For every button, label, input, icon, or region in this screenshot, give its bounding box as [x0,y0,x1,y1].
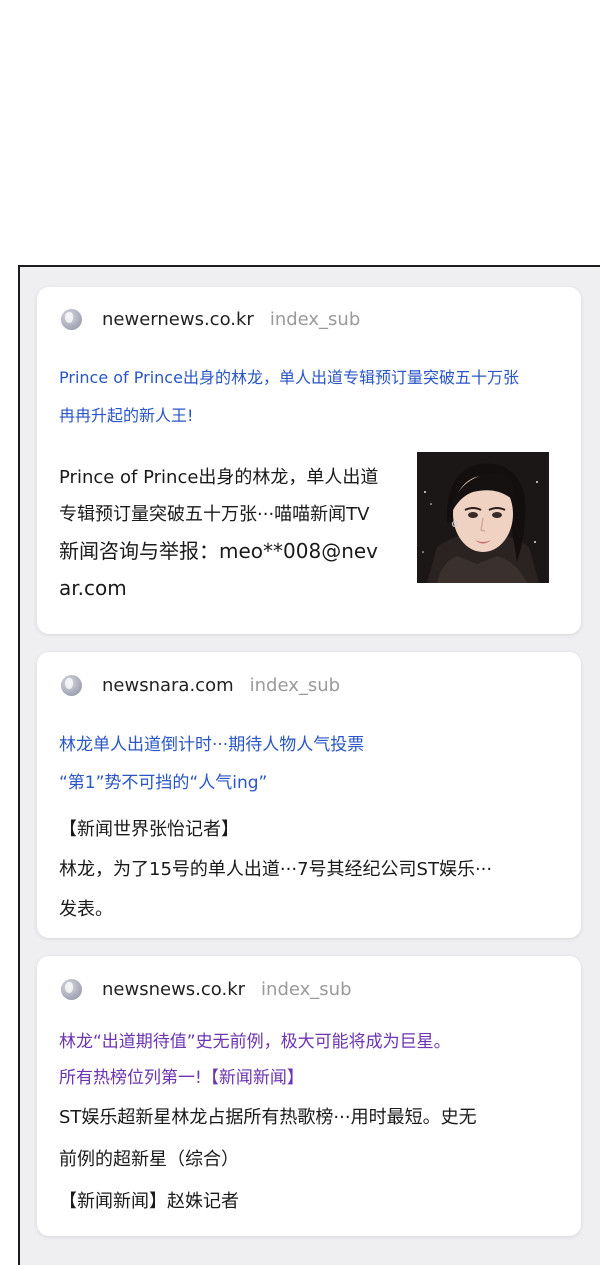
snippet-line: 林龙，为了15号的单人出道···7号其经纪公司ST娱乐··· [59,859,493,880]
snippet-line: ar.com [59,576,127,600]
source-row: newsnara.com index_sub [61,675,340,696]
news-result-card[interactable]: newsnews.co.kr index_sub 林龙“出道期待值”史无前例，极… [37,956,581,1236]
snippet-line: 【新闻世界张怡记者】 [59,819,239,840]
snippet-line: Prince of Prince出身的林龙，单人出道 [59,467,379,488]
news-headline[interactable]: Prince of Prince出身的林龙，单人出道专辑预订量突破五十万张 冉冉… [59,359,565,435]
headline-line[interactable]: Prince of Prince出身的林龙，单人出道专辑预订量突破五十万张 [59,359,565,397]
source-row: newernews.co.kr index_sub [61,309,360,330]
headline-line[interactable]: 林龙“出道期待值”史无前例，极大可能将成为巨星。 [59,1024,565,1060]
source-row: newsnews.co.kr index_sub [61,979,352,1000]
source-tag: index_sub [261,979,352,1000]
headline-line[interactable]: “第1”势不可挡的“人气ing” [59,764,565,802]
globe-icon [61,675,82,696]
headline-line[interactable]: 冉冉升起的新人王! [59,397,565,435]
news-result-card[interactable]: newernews.co.kr index_sub Prince of Prin… [37,287,581,634]
source-domain[interactable]: newsnara.com [102,675,234,696]
headline-line[interactable]: 所有热榜位列第一!【新闻新闻】 [59,1060,565,1096]
snippet-line: 专辑预订量突破五十万张···喵喵新闻TV [59,504,370,525]
news-result-card[interactable]: newsnara.com index_sub 林龙单人出道倒计时···期待人物人… [37,652,581,938]
source-tag: index_sub [249,675,341,696]
snippet-line: 前例的超新星（综合） [59,1149,239,1170]
news-headline[interactable]: 林龙单人出道倒计时···期待人物人气投票 “第1”势不可挡的“人气ing” [59,726,565,802]
headline-line[interactable]: 林龙单人出道倒计时···期待人物人气投票 [59,726,565,764]
source-domain[interactable]: newsnews.co.kr [102,979,245,1000]
snippet-line: 【新闻新闻】赵姝记者 [59,1191,239,1212]
news-snippet: Prince of Prince出身的林龙，单人出道 专辑预订量突破五十万张··… [59,459,378,607]
snippet-line: 发表。 [59,899,113,920]
source-tag: index_sub [269,309,361,330]
portrait-image [417,452,549,583]
news-snippet: 【新闻世界张怡记者】 林龙，为了15号的单人出道···7号其经纪公司ST娱乐··… [59,810,492,930]
source-domain[interactable]: newernews.co.kr [102,309,254,330]
news-snippet: ST娱乐超新星林龙占据所有热歌榜···用时最短。史无 前例的超新星（综合） 【新… [59,1097,477,1223]
globe-icon [61,979,82,1000]
snippet-line: ST娱乐超新星林龙占据所有热歌榜···用时最短。史无 [59,1107,477,1128]
globe-icon [61,309,82,330]
snippet-line: 新闻咨询与举报：meo**008@nev [59,539,379,563]
news-headline[interactable]: 林龙“出道期待值”史无前例，极大可能将成为巨星。 所有热榜位列第一!【新闻新闻】 [59,1024,565,1096]
portrait-thumbnail[interactable] [417,452,549,583]
